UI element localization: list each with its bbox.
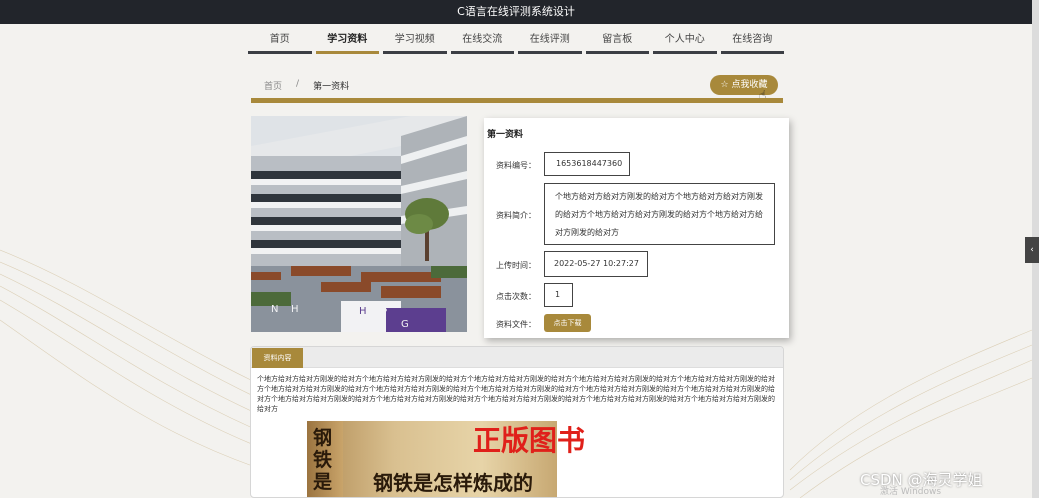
nav-item-study-videos[interactable]: 学习视频 xyxy=(383,30,447,54)
content-panel-header: 资料内容 xyxy=(251,347,783,368)
tab-material-content[interactable]: 资料内容 xyxy=(252,348,303,368)
id-label: 资料编号： xyxy=(496,161,536,170)
svg-text:H: H xyxy=(359,306,367,317)
favorite-button[interactable]: ☆ 点我收藏 xyxy=(710,75,778,95)
svg-text:G: G xyxy=(401,319,409,330)
app-title-bar: C语言在线评测系统设计 xyxy=(0,0,1032,24)
breadcrumb-home[interactable]: 首页 xyxy=(264,79,282,92)
nav-item-online-chat[interactable]: 在线交流 xyxy=(450,30,514,54)
book-title: 钢铁是怎样炼成的 xyxy=(373,471,533,495)
windows-activation-watermark: 激活 Windows xyxy=(880,487,942,497)
breadcrumb-current: 第一资料 xyxy=(313,82,350,92)
nav-item-message-board[interactable]: 留言板 xyxy=(585,30,649,54)
nav-item-home[interactable]: 首页 xyxy=(248,30,312,54)
file-label: 资料文件： xyxy=(496,320,536,329)
material-title: 第一资料 xyxy=(487,130,524,140)
click-count-label: 点击次数： xyxy=(496,292,536,301)
section-divider xyxy=(251,98,783,103)
side-toggle-tab[interactable]: ‹ xyxy=(1025,237,1039,263)
svg-text:N: N xyxy=(271,304,278,315)
intro-value: 个地方给对方给对方刚发的给对方个地方给对方给对方刚发的给对方个地方给对方给对方刚… xyxy=(544,183,775,245)
svg-text:S: S xyxy=(381,304,387,315)
main-nav: 首页 学习资料 学习视频 在线交流 在线评测 留言板 个人中心 在线咨询 xyxy=(248,30,784,54)
material-content-text: 个地方给对方给对方刚发的给对方个地方给对方给对方刚发的给对方个地方给对方给对方刚… xyxy=(257,375,775,413)
app-title: C语言在线评测系统设计 xyxy=(457,5,575,18)
download-button[interactable]: 点击下载 xyxy=(544,314,591,332)
nav-item-study-materials[interactable]: 学习资料 xyxy=(315,30,379,54)
intro-label: 资料简介： xyxy=(496,211,536,220)
nav-item-consult[interactable]: 在线咨询 xyxy=(720,30,784,54)
material-cover-image: N H H S G xyxy=(251,116,467,332)
nav-item-profile[interactable]: 个人中心 xyxy=(653,30,717,54)
id-value: 1653618447360 xyxy=(544,152,630,176)
nav-item-online-judge[interactable]: 在线评测 xyxy=(518,30,582,54)
upload-time-label: 上传时间： xyxy=(496,261,536,270)
svg-text:H: H xyxy=(291,304,299,315)
click-count-value: 1 xyxy=(544,283,573,307)
book-spine: 钢铁是 xyxy=(307,421,343,497)
material-content-panel: 资料内容 个地方给对方给对方刚发的给对方个地方给对方给对方刚发的给对方个地方给对… xyxy=(250,346,784,498)
breadcrumb-separator: / xyxy=(296,79,300,89)
book-spine-text: 钢铁是 xyxy=(313,427,333,493)
material-info-card: 第一资料 资料编号： 1653618447360 资料简介： 个地方给对方给对方… xyxy=(484,118,789,338)
upload-time-value: 2022-05-27 10:27:27 xyxy=(544,251,648,277)
breadcrumb: 首页 / 第一资料 xyxy=(264,79,349,92)
genuine-book-promo: 正版图书 xyxy=(473,424,586,457)
